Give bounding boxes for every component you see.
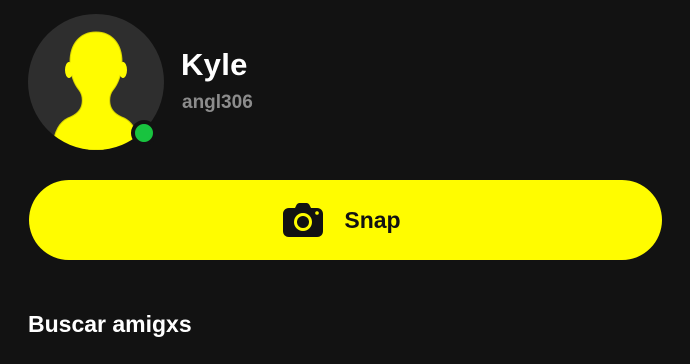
online-status-icon [131,120,157,146]
profile-avatar-container[interactable] [28,14,164,150]
snap-button-content: Snap [282,202,401,238]
camera-icon [282,202,324,238]
profile-screen: Kyle angl306 Snap Buscar amigxs [0,0,690,364]
profile-display-name: Kyle [181,47,248,82]
profile-username: angl306 [182,92,253,113]
snap-button-label: Snap [344,206,401,233]
snap-button[interactable]: Snap [29,180,662,260]
find-friends-heading: Buscar amigxs [28,311,192,337]
